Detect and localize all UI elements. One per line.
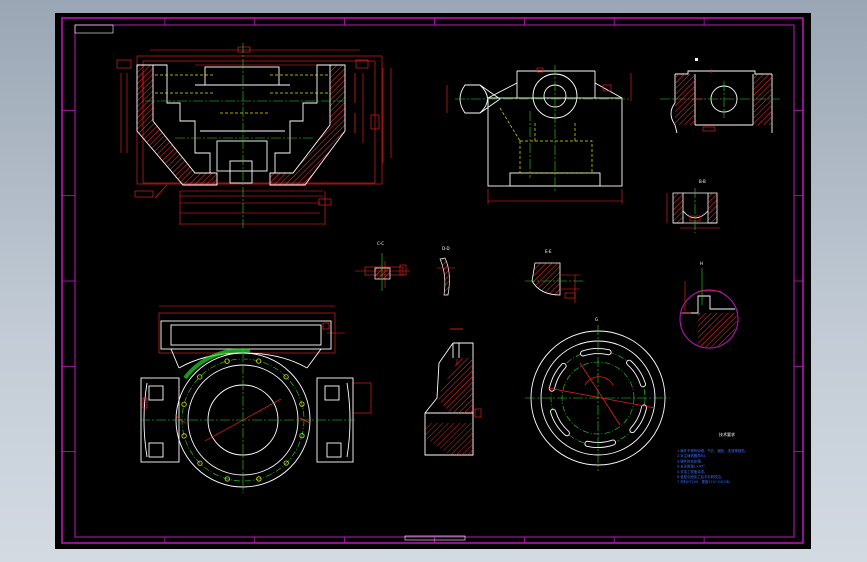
drawing-canvas[interactable]: B-B H C-C D-D E-E G 技术要求 1.铸件不得有砂眼、气孔、缩松… (55, 13, 811, 549)
flange-view: G (525, 317, 670, 471)
detail-view-top-right (660, 58, 780, 134)
small-section-views: C-C D-D E-E (355, 241, 585, 303)
note-line: 4.未注倒角1×45°。 (677, 464, 708, 469)
note-line: 7.材料HT200，硬度170~241HB。 (677, 479, 732, 484)
section-label-2: D-D (442, 246, 450, 251)
circle-detail-view: H (679, 261, 739, 349)
note-line: 1.铸件不得有砂眼、气孔、缩松、夹渣等缺陷。 (677, 448, 748, 453)
front-section-view (116, 43, 392, 228)
side-section-view (424, 328, 482, 456)
section-label-circle: H (700, 261, 703, 266)
plan-view (140, 305, 372, 493)
note-line: 5.非加工表面涂漆。 (677, 469, 707, 474)
notes-title: 技术要求 (719, 431, 735, 437)
note-line: 2.未注铸造圆角R3。 (677, 453, 708, 458)
section-label-upper-right: B-B (699, 179, 706, 184)
section-view-right-upper: B-B (666, 179, 720, 233)
section-label-1: C-C (377, 241, 384, 246)
section-label-3: E-E (545, 249, 552, 254)
note-line: 6.各配合面加工后去毛刺锐边。 (677, 474, 724, 479)
cad-viewport[interactable]: B-B H C-C D-D E-E G 技术要求 1.铸件不得有砂眼、气孔、缩松… (55, 13, 811, 549)
section-label-flange: G (595, 317, 598, 322)
technical-notes: 技术要求 1.铸件不得有砂眼、气孔、缩松、夹渣等缺陷。2.未注铸造圆角R3。3.… (677, 431, 748, 484)
note-line: 3.铸件时效处理。 (677, 458, 704, 463)
side-elevation-view (446, 65, 632, 204)
